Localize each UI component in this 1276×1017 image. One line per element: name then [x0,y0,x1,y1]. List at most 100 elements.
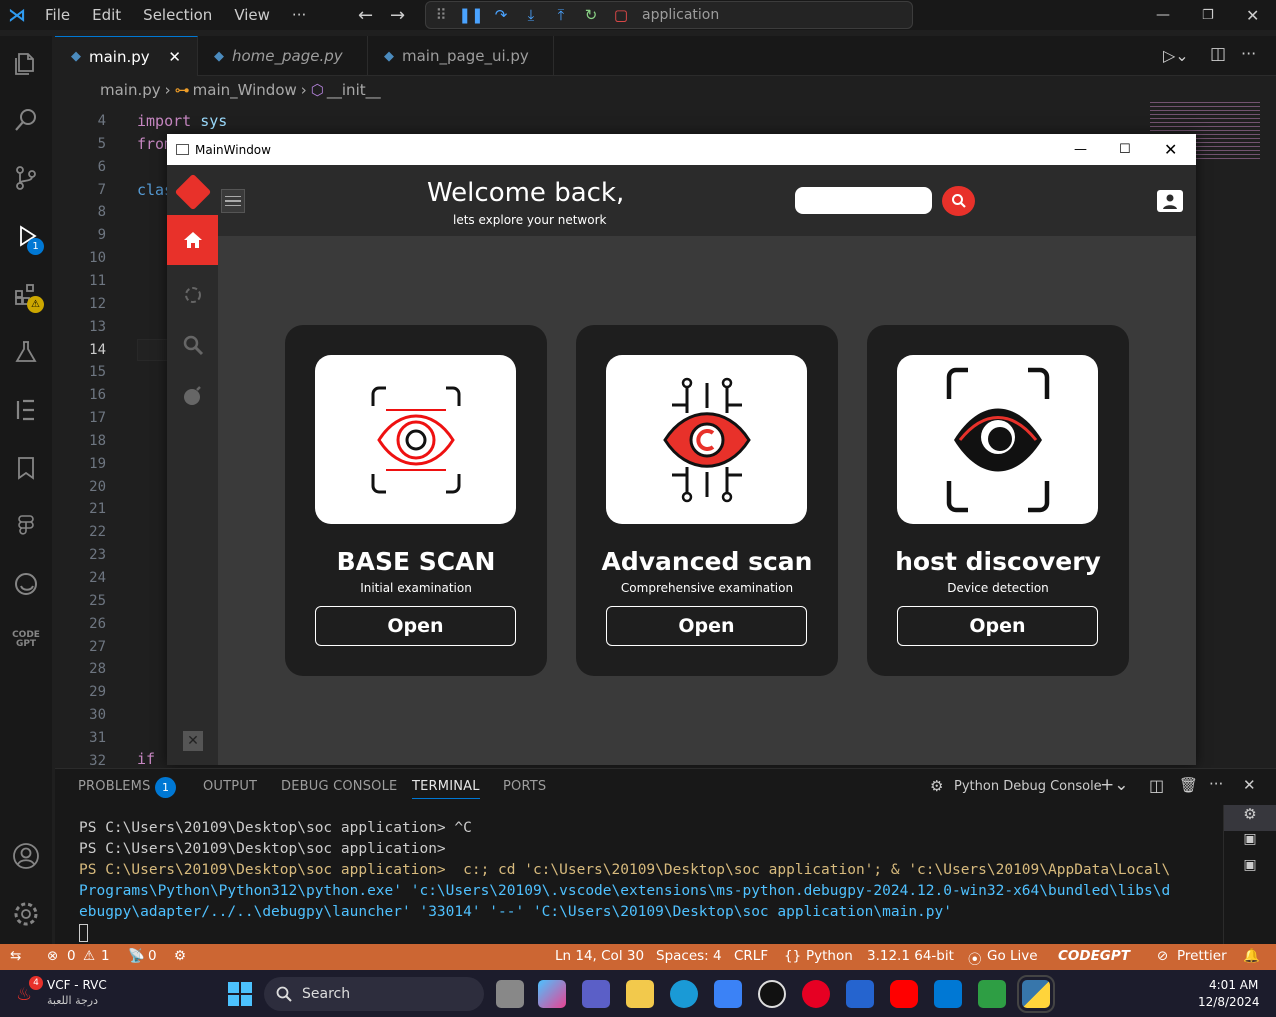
forward-arrow-icon[interactable]: → [390,5,405,26]
step-out-icon[interactable]: ⤒ [546,6,576,24]
restart-icon[interactable]: ↻ [576,6,606,24]
tab-main-page-ui-py[interactable]: ◆ main_page_ui.py [368,36,554,76]
trash-icon[interactable]: 🗑 [1179,776,1198,794]
source-control-icon[interactable] [0,158,52,198]
split-editor-icon[interactable]: ◫ [1210,44,1226,64]
drag-handle-icon[interactable]: ⠿ [426,6,456,24]
menu-more[interactable]: ··· [281,0,317,30]
edge-browser-icon[interactable] [670,980,698,1008]
panel-tab-output[interactable]: OUTPUT [203,779,257,794]
back-arrow-icon[interactable]: ← [358,5,373,26]
powershell-terminal-icon[interactable]: ▣ [1224,857,1276,883]
step-into-icon[interactable]: ⤓ [516,6,546,24]
task-view-icon[interactable] [496,980,524,1008]
tab-home-page-py[interactable]: ◆ home_page.py [198,36,368,76]
qt-minimize-icon[interactable]: — [1074,142,1087,157]
figma-icon[interactable] [0,506,52,546]
debug-status-icon[interactable]: ⚙ [174,948,186,964]
go-live-button[interactable]: Go Live [987,948,1038,964]
remote-icon[interactable]: ⇆ [10,948,21,964]
sidebar-bomb-button[interactable] [167,375,218,415]
testing-flask-icon[interactable] [0,332,52,372]
close-tab-icon[interactable]: ✕ [168,48,181,66]
extensions-icon[interactable]: ⚠ [0,274,52,314]
user-profile-button[interactable] [1157,190,1183,212]
menu-view[interactable]: View [223,0,281,30]
run-debug-icon[interactable]: 1 [0,216,52,256]
qt-close-icon[interactable]: ✕ [1164,140,1177,159]
run-file-icon[interactable]: ▷⌄ [1163,46,1189,65]
cursor-position[interactable]: Ln 14, Col 30 [555,948,644,964]
codegpt-icon[interactable]: CODE GPT [0,620,52,660]
pause-icon[interactable]: ❚❚ [456,6,486,24]
warning-icon[interactable]: ⚠ [83,948,95,964]
account-icon[interactable] [0,836,52,876]
indentation[interactable]: Spaces: 4 [656,948,722,964]
edge-icon[interactable] [0,564,52,604]
debug-terminal-icon[interactable]: ⚙ [1224,805,1276,831]
search-field[interactable] [795,187,932,214]
qt-maximize-icon[interactable]: ☐ [1119,142,1131,157]
breadcrumb-method[interactable]: __init__ [327,81,381,99]
dbeaver-icon[interactable] [978,980,1006,1008]
store-icon[interactable] [714,980,742,1008]
sidebar-search-button[interactable] [167,325,218,365]
ports-icon[interactable]: 📡 [128,948,145,964]
clock-date[interactable]: 12/8/2024 [1198,995,1260,1009]
panel-more-icon[interactable]: ··· [1209,775,1223,793]
bookmark-icon[interactable] [0,448,52,488]
youtube-icon[interactable] [890,980,918,1008]
split-terminal-icon[interactable]: ◫ [1149,776,1164,795]
panel-tab-terminal[interactable]: TERMINAL [412,779,480,799]
search-button[interactable] [942,186,975,216]
clock-time[interactable]: 4:01 AM [1209,978,1258,992]
language-mode[interactable]: Python [806,948,853,964]
panel-tab-problems[interactable]: PROBLEMS [78,779,151,794]
menu-selection[interactable]: Selection [132,0,223,30]
todo-icon[interactable] [846,980,874,1008]
minimize-icon[interactable]: — [1156,7,1170,23]
step-over-icon[interactable]: ↷ [486,6,516,24]
vscode-taskbar-icon[interactable] [934,980,962,1008]
menu-file[interactable]: File [34,0,81,30]
search-icon[interactable] [0,100,52,140]
weather-widget[interactable]: ♨ 4 VCF - RVC درجة اللعبة [12,976,132,1012]
breadcrumb-class[interactable]: main_Window [193,81,297,99]
error-icon[interactable]: ⊗ [47,948,58,964]
open-base-scan-button[interactable]: Open [315,606,516,646]
notifications-bell-icon[interactable]: 🔔 [1243,948,1260,964]
open-advanced-scan-button[interactable]: Open [606,606,807,646]
codegpt-status[interactable]: CODEGPT [1058,948,1130,964]
command-center[interactable]: ⠿ ❚❚ ↷ ⤓ ⤒ ↻ ▢ application [425,1,913,29]
panel-tab-debug-console[interactable]: DEBUG CONSOLE [281,779,397,794]
breadcrumb-file[interactable]: main.py [100,81,161,99]
taskbar-search[interactable]: Search [264,977,484,1011]
dell-icon[interactable] [758,980,786,1008]
python-interpreter[interactable]: 3.12.1 64-bit [867,948,954,964]
open-host-discovery-button[interactable]: Open [897,606,1098,646]
sidebar-scan-button[interactable] [167,275,218,315]
line-endings[interactable]: CRLF [734,948,768,964]
more-actions-icon[interactable]: ··· [1241,44,1256,63]
copilot-icon[interactable] [538,980,566,1008]
stop-icon[interactable]: ▢ [606,6,636,24]
teams-icon[interactable] [582,980,610,1008]
menu-edit[interactable]: Edit [81,0,132,30]
terminal-list[interactable]: ⚙ ▣ ▣ [1223,805,1276,945]
tab-main-py[interactable]: ◆ main.py ✕ [55,36,198,76]
start-button[interactable] [228,982,252,1006]
prettier-button[interactable]: Prettier [1177,948,1227,964]
sidebar-home-button[interactable] [167,215,218,265]
elementor-icon[interactable] [0,390,52,430]
file-explorer-icon[interactable] [626,980,654,1008]
close-panel-icon[interactable]: ✕ [1243,776,1256,794]
terminal-name[interactable]: Python Debug Console [954,779,1102,794]
pinterest-icon[interactable] [802,980,830,1008]
hamburger-menu-icon[interactable] [221,189,245,213]
python-taskbar-icon[interactable] [1017,975,1055,1013]
settings-gear-icon[interactable] [0,894,52,934]
panel-tab-ports[interactable]: PORTS [503,779,546,794]
restore-icon[interactable]: ❐ [1202,8,1214,23]
close-window-icon[interactable]: ✕ [1246,6,1259,25]
sidebar-exit-button[interactable]: ✕ [183,731,203,751]
